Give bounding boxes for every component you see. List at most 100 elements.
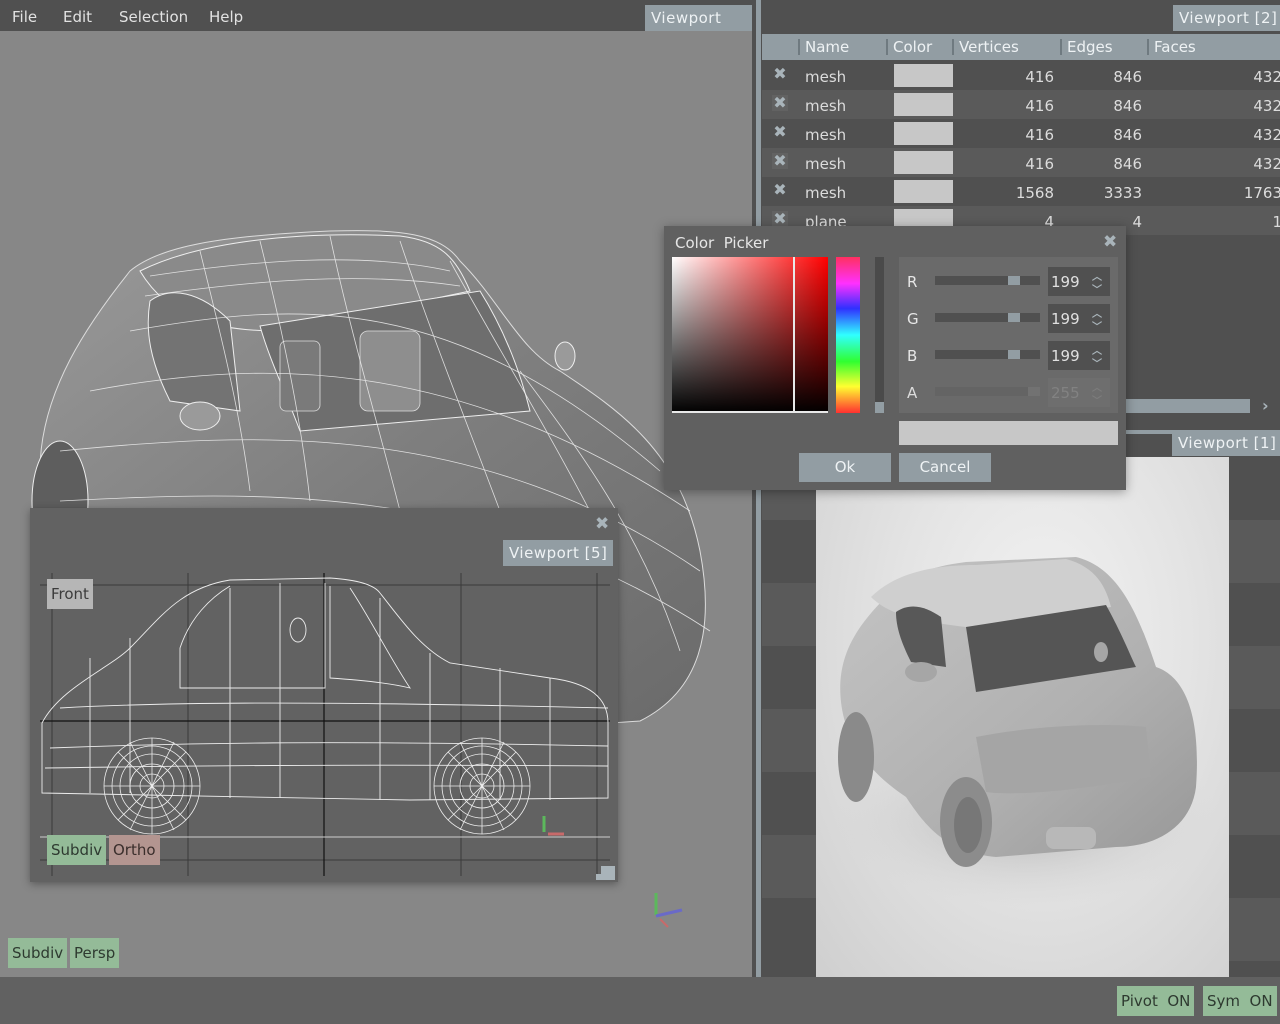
viewport-0-label[interactable]: Viewport [0] bbox=[645, 5, 752, 53]
cell-edges: 846 bbox=[1113, 97, 1142, 115]
viewport-1-label[interactable]: Viewport [1] bbox=[1172, 430, 1280, 456]
alpha-slider[interactable] bbox=[875, 257, 884, 413]
viewport-5-front[interactable]: ✖ Viewport [5] Front Subdiv Ortho bbox=[30, 508, 618, 882]
cell-name: mesh bbox=[805, 184, 847, 202]
persp-toggle[interactable]: Persp bbox=[70, 938, 120, 968]
chevron-right-icon[interactable]: › bbox=[1262, 396, 1269, 415]
chevron-down-icon[interactable]: ﹀ bbox=[1092, 318, 1102, 333]
cell-edges: 846 bbox=[1113, 155, 1142, 173]
cell-name: mesh bbox=[805, 68, 847, 86]
menu-selection[interactable]: Selection bbox=[119, 8, 188, 26]
sv-cursor-line[interactable] bbox=[793, 257, 795, 413]
color-swatch[interactable] bbox=[894, 180, 953, 203]
column-header-edges[interactable]: Edges bbox=[1067, 38, 1113, 56]
hue-slider[interactable] bbox=[836, 257, 860, 413]
column-separator[interactable] bbox=[798, 39, 800, 55]
b-slider[interactable] bbox=[935, 350, 1040, 359]
channel-label-g: G bbox=[907, 310, 919, 328]
checker-tile bbox=[1229, 898, 1280, 961]
r-input[interactable]: 199 ︿ ﹀ bbox=[1048, 267, 1110, 296]
color-swatch[interactable] bbox=[894, 93, 953, 116]
cell-faces: 1 bbox=[1272, 213, 1280, 231]
a-slider[interactable] bbox=[935, 387, 1040, 396]
pivot-toggle[interactable]: Pivot ON bbox=[1117, 986, 1195, 1016]
checker-tile bbox=[1229, 520, 1280, 583]
rendered-car-image bbox=[816, 457, 1229, 977]
g-input[interactable]: 199 ︿ ﹀ bbox=[1048, 304, 1110, 333]
front-view-button[interactable]: Front bbox=[47, 579, 93, 609]
g-value: 199 bbox=[1051, 310, 1080, 328]
channel-label-r: R bbox=[907, 273, 918, 291]
r-slider-handle[interactable] bbox=[1008, 276, 1020, 285]
alpha-slider-handle[interactable] bbox=[875, 402, 884, 413]
ok-button[interactable]: Ok bbox=[799, 453, 891, 482]
column-header-vertices[interactable]: Vertices bbox=[959, 38, 1019, 56]
sv-cursor-line[interactable] bbox=[672, 411, 828, 413]
column-separator[interactable] bbox=[952, 39, 954, 55]
subdiv-toggle-main[interactable]: Subdiv bbox=[8, 938, 68, 968]
delete-icon[interactable]: ✖ bbox=[772, 124, 788, 140]
chevron-down-icon[interactable]: ﹀ bbox=[1092, 392, 1102, 407]
ortho-toggle[interactable]: Ortho bbox=[109, 835, 160, 865]
checker-tile bbox=[1229, 709, 1280, 772]
color-preview-swatch bbox=[899, 421, 1118, 445]
column-separator[interactable] bbox=[1147, 39, 1149, 55]
cell-vertices: 416 bbox=[1025, 97, 1054, 115]
checker-tile bbox=[762, 709, 816, 772]
saturation-value-field[interactable] bbox=[672, 257, 828, 413]
viewport-1-render[interactable]: Viewport [1] bbox=[762, 430, 1280, 977]
table-row[interactable]: ✖ mesh 416 846 432 bbox=[762, 148, 1280, 177]
cell-faces: 432 bbox=[1253, 155, 1280, 173]
checker-tile bbox=[1229, 835, 1280, 898]
menu-edit[interactable]: Edit bbox=[63, 8, 92, 26]
cell-name: mesh bbox=[805, 97, 847, 115]
cell-faces: 432 bbox=[1253, 126, 1280, 144]
column-separator[interactable] bbox=[1060, 39, 1062, 55]
status-bar: Pivot ON Sym ON bbox=[0, 977, 1280, 1024]
color-picker-dialog: Color Picker ✖ R 199 ︿ ﹀ G 199 ︿ ﹀ B 199… bbox=[664, 226, 1126, 490]
delete-icon[interactable]: ✖ bbox=[772, 153, 788, 169]
column-separator[interactable] bbox=[886, 39, 888, 55]
menu-help[interactable]: Help bbox=[209, 8, 243, 26]
horizontal-scrollbar[interactable] bbox=[1124, 399, 1250, 413]
viewport-2-label[interactable]: Viewport [2] bbox=[1173, 5, 1280, 31]
table-row[interactable]: ✖ mesh 416 846 432 bbox=[762, 90, 1280, 119]
table-row[interactable]: ✖ mesh 416 846 432 bbox=[762, 119, 1280, 148]
r-slider[interactable] bbox=[935, 276, 1040, 285]
color-swatch[interactable] bbox=[894, 151, 953, 174]
checker-tile bbox=[762, 835, 816, 898]
table-row[interactable]: ✖ mesh 1568 3333 1763 bbox=[762, 177, 1280, 206]
column-header-color[interactable]: Color bbox=[893, 38, 932, 56]
chevron-down-icon[interactable]: ﹀ bbox=[1092, 355, 1102, 370]
chevron-down-icon[interactable]: ﹀ bbox=[1092, 281, 1102, 296]
channel-label-b: B bbox=[907, 347, 918, 365]
checker-tile bbox=[1229, 457, 1280, 520]
subdiv-toggle-front[interactable]: Subdiv bbox=[47, 835, 107, 865]
cell-edges: 846 bbox=[1113, 126, 1142, 144]
g-slider[interactable] bbox=[935, 313, 1040, 322]
a-slider-handle[interactable] bbox=[1028, 387, 1040, 396]
b-input[interactable]: 199 ︿ ﹀ bbox=[1048, 341, 1110, 370]
cancel-button[interactable]: Cancel bbox=[899, 453, 991, 482]
color-swatch[interactable] bbox=[894, 122, 953, 145]
delete-icon[interactable]: ✖ bbox=[772, 211, 788, 227]
menu-bar: File Edit Selection Help Viewport [0] bbox=[0, 0, 752, 53]
checker-tile bbox=[762, 520, 816, 583]
table-row[interactable]: ✖ mesh 416 846 432 bbox=[762, 61, 1280, 90]
b-slider-handle[interactable] bbox=[1008, 350, 1020, 359]
a-input[interactable]: 255 ︿ ﹀ bbox=[1048, 378, 1110, 407]
column-header-name[interactable]: Name bbox=[805, 38, 849, 56]
checker-tile bbox=[1229, 583, 1280, 646]
cell-name: mesh bbox=[805, 126, 847, 144]
close-icon[interactable]: ✖ bbox=[1103, 232, 1117, 252]
delete-icon[interactable]: ✖ bbox=[772, 66, 788, 82]
delete-icon[interactable]: ✖ bbox=[772, 95, 788, 111]
color-swatch[interactable] bbox=[894, 64, 953, 87]
column-header-faces[interactable]: Faces bbox=[1154, 38, 1196, 56]
g-slider-handle[interactable] bbox=[1008, 313, 1020, 322]
rgba-controls: R 199 ︿ ﹀ G 199 ︿ ﹀ B 199 ︿ ﹀ A 255 ︿ ﹀ bbox=[899, 257, 1118, 413]
symmetry-toggle[interactable]: Sym ON bbox=[1203, 986, 1277, 1016]
delete-icon[interactable]: ✖ bbox=[772, 182, 788, 198]
menu-file[interactable]: File bbox=[12, 8, 37, 26]
cell-vertices: 416 bbox=[1025, 68, 1054, 86]
